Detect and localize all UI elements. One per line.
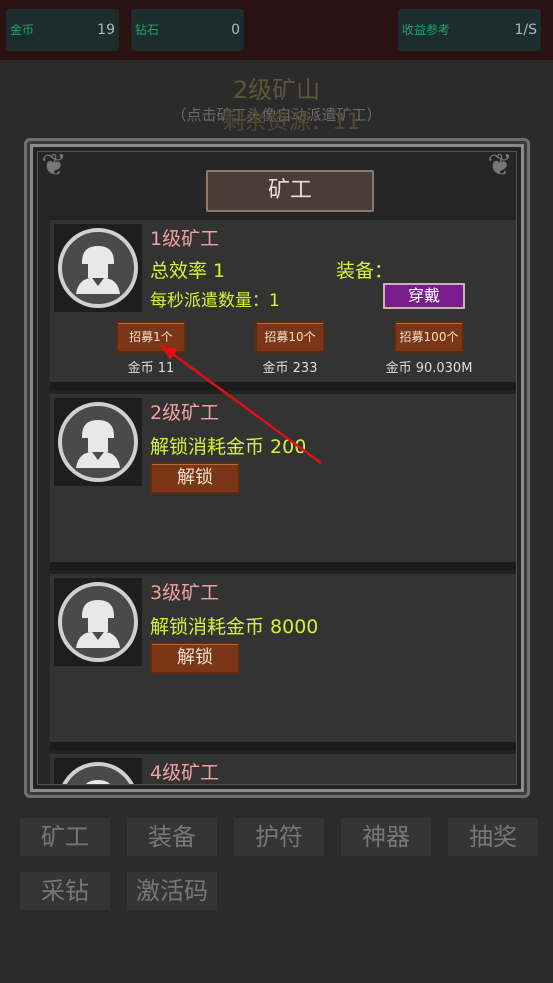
card-divider xyxy=(50,742,516,750)
miner-avatar[interactable] xyxy=(54,224,142,312)
nav-diamond-mining-button[interactable]: 采钻 xyxy=(20,872,110,910)
gold-label: 金币 xyxy=(10,23,35,37)
miner-silhouette-icon xyxy=(76,600,120,648)
miner-card-1: 1级矿工 总效率 1 每秒派遣数量：1 装备： 穿戴 招募1个 招募10个 招募… xyxy=(50,216,516,382)
diamond-label: 钻石 xyxy=(135,23,160,37)
diamond-stat: 钻石 0 xyxy=(131,9,244,51)
income-stat: 收益参考 1/S xyxy=(398,9,541,51)
diamond-value: 0 xyxy=(231,22,240,38)
panel-title: 矿工 xyxy=(206,170,374,212)
remaining-resources: 剩余资源：11 xyxy=(222,110,361,135)
nav-activation-code-button[interactable]: 激活码 xyxy=(127,872,217,910)
miner-name: 4级矿工 xyxy=(150,762,220,784)
miner-efficiency: 总效率 1 xyxy=(150,260,226,282)
recruit-1-cost: 金币 11 xyxy=(127,361,175,376)
unlock-cost: 解锁消耗金币 8000 xyxy=(150,616,319,638)
income-value: 1/S xyxy=(514,22,537,38)
equip-label: 装备： xyxy=(336,260,394,282)
gold-stat: 金币 19 xyxy=(6,9,119,51)
miners-panel: ❦ ❦ 矿工 1级矿工 总效率 1 每秒派遣数量：1 装备： 穿戴 招募1个 招… xyxy=(24,138,530,798)
miner-avatar[interactable] xyxy=(54,398,142,486)
nav-artifact-button[interactable]: 神器 xyxy=(341,818,431,856)
miner-card-3: 3级矿工 解锁消耗金币 8000 解锁 xyxy=(50,570,516,742)
miner-avatar[interactable] xyxy=(54,578,142,666)
income-label: 收益参考 xyxy=(402,23,451,37)
top-stats-bar: 金币 19 钻石 0 收益参考 1/S xyxy=(0,0,553,60)
miner-name: 1级矿工 xyxy=(150,228,220,250)
recruit-10-button[interactable]: 招募10个 xyxy=(255,321,325,353)
unlock-cost: 解锁消耗金币 200 xyxy=(150,436,307,458)
miners-panel-inner: ❦ ❦ 矿工 1级矿工 总效率 1 每秒派遣数量：1 装备： 穿戴 招募1个 招… xyxy=(37,151,517,785)
miner-card-2: 2级矿工 解锁消耗金币 200 解锁 xyxy=(50,390,516,562)
wear-equipment-button[interactable]: 穿戴 xyxy=(383,283,465,309)
nav-equipment-button[interactable]: 装备 xyxy=(127,818,217,856)
recruit-100-cost: 金币 90.030M xyxy=(385,361,473,376)
card-divider xyxy=(50,382,516,390)
nav-amulet-button[interactable]: 护符 xyxy=(234,818,324,856)
corner-ornament-icon: ❦ xyxy=(487,151,513,183)
card-divider xyxy=(50,562,516,570)
gold-value: 19 xyxy=(97,22,115,38)
recruit-100-button[interactable]: 招募100个 xyxy=(394,321,464,353)
miner-avatar[interactable] xyxy=(54,758,142,784)
recruit-10-cost: 金币 233 xyxy=(262,361,318,376)
miner-name: 3级矿工 xyxy=(150,582,220,604)
miner-silhouette-icon xyxy=(76,420,120,468)
miner-card-4: 4级矿工 xyxy=(50,750,516,784)
nav-lottery-button[interactable]: 抽奖 xyxy=(448,818,538,856)
miner-silhouette-icon xyxy=(86,780,110,784)
unlock-button[interactable]: 解锁 xyxy=(150,642,240,674)
miner-dispatch-rate: 每秒派遣数量：1 xyxy=(150,291,280,311)
miner-silhouette-icon xyxy=(76,246,120,294)
corner-ornament-icon: ❦ xyxy=(41,151,67,183)
unlock-button[interactable]: 解锁 xyxy=(150,462,240,494)
nav-miners-button[interactable]: 矿工 xyxy=(20,818,110,856)
miner-name: 2级矿工 xyxy=(150,402,220,424)
recruit-1-button[interactable]: 招募1个 xyxy=(116,321,186,353)
mine-title: 2级矿山 xyxy=(232,76,321,104)
